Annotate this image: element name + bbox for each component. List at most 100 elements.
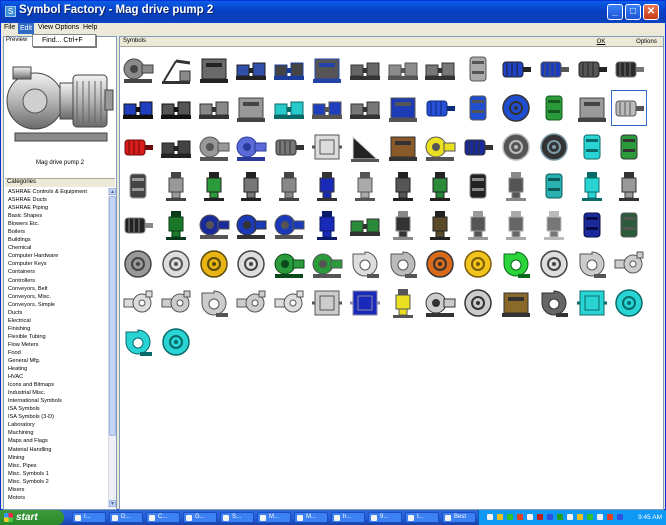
- symbol-thumbnail[interactable]: [500, 209, 532, 241]
- symbol-thumbnail[interactable]: [198, 209, 230, 241]
- symbol-thumbnail[interactable]: [198, 92, 230, 124]
- symbol-thumbnail[interactable]: [160, 53, 192, 85]
- symbol-thumbnail[interactable]: [538, 248, 570, 280]
- start-button[interactable]: start: [0, 510, 64, 525]
- symbol-thumbnail[interactable]: [500, 92, 532, 124]
- category-item[interactable]: Basic Shapes: [5, 212, 107, 220]
- category-item[interactable]: Misc. Symbols 1: [5, 470, 107, 478]
- category-item[interactable]: Misc. Symbols 2: [5, 478, 107, 486]
- symbol-thumbnail[interactable]: [462, 287, 494, 319]
- app-icon[interactable]: S: [5, 6, 16, 17]
- symbol-thumbnail[interactable]: [349, 92, 381, 124]
- symbol-thumbnail[interactable]: [160, 209, 192, 241]
- symbol-thumbnail[interactable]: [611, 90, 648, 126]
- symbol-thumbnail[interactable]: [613, 248, 645, 280]
- symbol-thumbnail[interactable]: [122, 248, 154, 280]
- symbol-thumbnail[interactable]: [273, 287, 305, 319]
- category-item[interactable]: Conveyors, Misc.: [5, 293, 107, 301]
- symbol-thumbnail[interactable]: [160, 248, 192, 280]
- tray-icon[interactable]: [577, 514, 583, 520]
- tray-icon[interactable]: [557, 514, 563, 520]
- symbol-thumbnail[interactable]: [273, 248, 305, 280]
- close-button[interactable]: ✕: [643, 4, 659, 20]
- symbol-thumbnail[interactable]: [235, 53, 267, 85]
- symbol-thumbnail[interactable]: [122, 53, 154, 85]
- category-item[interactable]: Material Handling: [5, 446, 107, 454]
- symbol-thumbnail[interactable]: [613, 53, 645, 85]
- tray-icon[interactable]: [487, 514, 493, 520]
- symbol-thumbnail[interactable]: [198, 287, 230, 319]
- symbol-thumbnail[interactable]: [387, 248, 419, 280]
- symbol-thumbnail[interactable]: [576, 53, 608, 85]
- menu-view[interactable]: View: [38, 24, 53, 31]
- options-button[interactable]: Options: [630, 37, 663, 47]
- symbol-thumbnail[interactable]: [576, 92, 608, 124]
- category-item[interactable]: Machining: [5, 429, 107, 437]
- symbol-thumbnail[interactable]: [349, 53, 381, 85]
- symbol-thumbnail[interactable]: [198, 170, 230, 202]
- symbol-thumbnail[interactable]: [349, 131, 381, 163]
- category-item[interactable]: Misc. Pipes: [5, 462, 107, 470]
- taskbar-task[interactable]: 9...: [368, 512, 402, 523]
- category-item[interactable]: Computer Hardware: [5, 252, 107, 260]
- symbol-thumbnail[interactable]: [387, 209, 419, 241]
- symbol-thumbnail[interactable]: [462, 209, 494, 241]
- symbol-thumbnail[interactable]: [424, 248, 456, 280]
- symbol-thumbnail[interactable]: [500, 131, 532, 163]
- symbol-thumbnail[interactable]: [462, 53, 494, 85]
- menu-help[interactable]: Help: [83, 24, 97, 31]
- symbol-thumbnail[interactable]: [576, 287, 608, 319]
- category-item[interactable]: Controllers: [5, 277, 107, 285]
- symbol-thumbnail[interactable]: [538, 53, 570, 85]
- symbol-thumbnail[interactable]: [160, 131, 192, 163]
- symbol-thumbnail[interactable]: [122, 170, 154, 202]
- tray-icon[interactable]: [537, 514, 543, 520]
- symbol-thumbnail[interactable]: [235, 209, 267, 241]
- taskbar-task[interactable]: M...: [294, 512, 328, 523]
- category-item[interactable]: Boilers: [5, 228, 107, 236]
- ok-button[interactable]: OK: [590, 37, 612, 47]
- symbol-thumbnail[interactable]: [424, 170, 456, 202]
- symbol-thumbnail[interactable]: [235, 287, 267, 319]
- taskbar-task[interactable]: D...: [109, 512, 143, 523]
- symbol-thumbnail[interactable]: [613, 170, 645, 202]
- symbol-thumbnail[interactable]: [311, 287, 343, 319]
- symbol-thumbnail[interactable]: [462, 248, 494, 280]
- symbol-thumbnail[interactable]: [424, 209, 456, 241]
- category-item[interactable]: ASHRAE Controls & Equipment: [5, 188, 107, 196]
- symbol-thumbnail[interactable]: [538, 131, 570, 163]
- category-item[interactable]: Motors: [5, 494, 107, 502]
- symbol-thumbnail[interactable]: [462, 170, 494, 202]
- symbol-thumbnail[interactable]: [198, 248, 230, 280]
- symbol-thumbnail[interactable]: [538, 92, 570, 124]
- symbol-thumbnail[interactable]: [311, 170, 343, 202]
- category-item[interactable]: Containers: [5, 268, 107, 276]
- symbol-thumbnail[interactable]: [462, 92, 494, 124]
- scroll-thumb[interactable]: [109, 196, 116, 436]
- symbol-thumbnail[interactable]: [122, 326, 154, 358]
- category-item[interactable]: Ducts: [5, 309, 107, 317]
- symbol-thumbnail[interactable]: [235, 92, 267, 124]
- tray-icon[interactable]: [617, 514, 623, 520]
- symbol-thumbnail[interactable]: [500, 248, 532, 280]
- category-item[interactable]: Buildings: [5, 236, 107, 244]
- symbol-thumbnail[interactable]: [198, 53, 230, 85]
- symbol-thumbnail[interactable]: [538, 287, 570, 319]
- symbol-thumbnail[interactable]: [500, 53, 532, 85]
- symbol-thumbnail[interactable]: [273, 209, 305, 241]
- symbol-thumbnail[interactable]: [462, 131, 494, 163]
- maximize-button[interactable]: □: [625, 4, 641, 20]
- category-item[interactable]: Maps and Flags: [5, 437, 107, 445]
- symbol-thumbnail[interactable]: [424, 287, 456, 319]
- category-item[interactable]: ISA Symbols (3-D): [5, 413, 107, 421]
- symbol-thumbnail[interactable]: [122, 131, 154, 163]
- menu-options[interactable]: Options: [55, 24, 79, 31]
- menu-file[interactable]: File: [4, 24, 15, 31]
- symbol-thumbnail[interactable]: [387, 92, 419, 124]
- symbol-thumbnail[interactable]: [576, 170, 608, 202]
- category-item[interactable]: Icons and Bitmaps: [5, 381, 107, 389]
- symbol-thumbnail[interactable]: [576, 131, 608, 163]
- symbol-thumbnail[interactable]: [273, 92, 305, 124]
- symbol-thumbnail[interactable]: [538, 209, 570, 241]
- symbol-thumbnail[interactable]: [576, 248, 608, 280]
